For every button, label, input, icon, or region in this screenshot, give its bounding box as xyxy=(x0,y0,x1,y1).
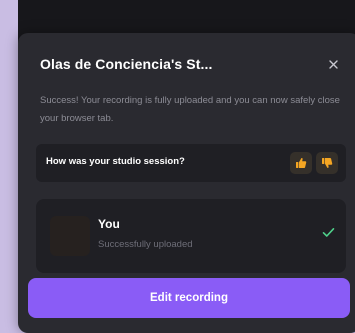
thumbs-up-button[interactable] xyxy=(290,152,312,174)
edit-recording-label: Edit recording xyxy=(150,292,228,304)
thumbs-down-button[interactable] xyxy=(316,152,338,174)
dialog-title: Olas de Conciencia's St... xyxy=(40,56,213,72)
avatar xyxy=(50,216,90,256)
upload-complete-dialog: Olas de Conciencia's St... Success! Your… xyxy=(18,33,355,333)
check-icon xyxy=(322,228,335,237)
upload-status: Successfully uploaded xyxy=(98,239,193,250)
close-icon xyxy=(328,59,338,69)
close-button[interactable] xyxy=(322,53,344,75)
thumbs-up-icon xyxy=(296,158,307,168)
feedback-question: How was your studio session? xyxy=(46,156,185,167)
edit-recording-button[interactable]: Edit recording xyxy=(28,278,350,318)
session-feedback: How was your studio session? xyxy=(36,144,346,182)
success-message: Success! Your recording is fully uploade… xyxy=(40,95,340,124)
thumbs-down-icon xyxy=(322,158,333,168)
participant-name: You xyxy=(98,217,120,231)
participant-row: You Successfully uploaded xyxy=(36,199,346,273)
